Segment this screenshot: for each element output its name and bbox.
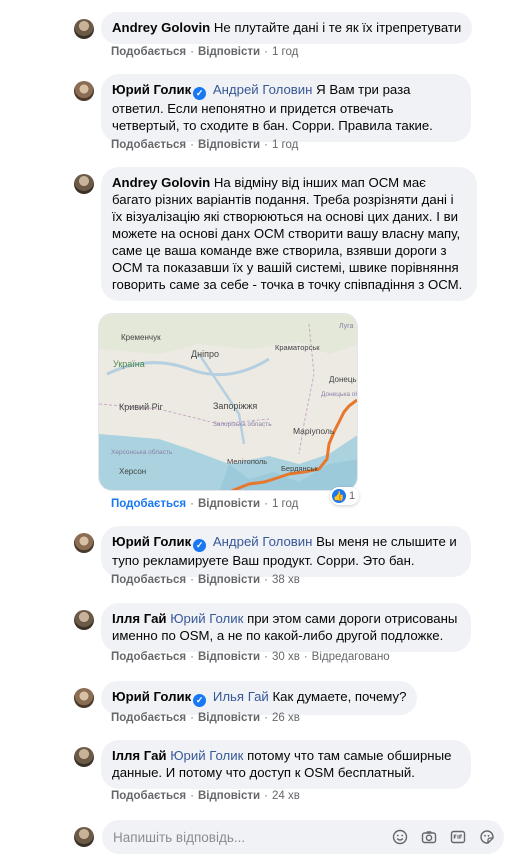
reply-button[interactable]: Відповісти bbox=[198, 790, 260, 802]
comment-text: Не плутайте дані і те як їх ітрепретуват… bbox=[213, 20, 462, 35]
map-label: Кременчук bbox=[121, 333, 161, 342]
map-label: Донецька область bbox=[321, 390, 358, 398]
map-label: Краматорськ bbox=[275, 343, 320, 352]
comment-text: Как думаете, почему? bbox=[272, 689, 407, 704]
like-button[interactable]: Подобається bbox=[111, 712, 186, 724]
like-button[interactable]: Подобається bbox=[111, 651, 186, 663]
comment-bubble: Юрий Голик ✓ Андрей Головин Вы меня не сл… bbox=[101, 526, 471, 577]
comment-actions: Подобається · Відповісти · 1 год bbox=[111, 139, 299, 151]
comment-bubble: Юрий Голик ✓ Илья Гай Как думаете, почему… bbox=[101, 681, 418, 715]
mention-link[interactable]: Андрей Головин bbox=[213, 534, 313, 549]
avatar[interactable] bbox=[74, 747, 94, 767]
verified-badge-icon: ✓ bbox=[193, 87, 207, 100]
comment-actions: Подобається · Відповісти · 30 хв · Відредагова… bbox=[111, 651, 390, 663]
reaction-count: 1 bbox=[349, 490, 356, 502]
comment-time[interactable]: 1 год bbox=[272, 46, 298, 58]
avatar[interactable] bbox=[74, 81, 94, 101]
verified-badge-icon: ✓ bbox=[193, 539, 207, 552]
comment-author[interactable]: Юрий Голик bbox=[112, 689, 191, 704]
reply-button[interactable]: Відповісти bbox=[198, 139, 260, 151]
comment-bubble: Andrey Golovin Не плутайте дані і те як … bbox=[101, 12, 473, 44]
map-label: Україна bbox=[113, 359, 145, 369]
map-label: Кривий Ріг bbox=[119, 402, 164, 412]
comment-author[interactable]: Andrey Golovin bbox=[112, 175, 210, 190]
like-button[interactable]: Подобається bbox=[111, 139, 186, 151]
comment-author[interactable]: Andrey Golovin bbox=[112, 20, 210, 35]
map-label: Луга bbox=[339, 323, 354, 330]
comment-actions: Подобається · Відповісти · 24 хв bbox=[111, 790, 300, 802]
like-button[interactable]: Подобається bbox=[111, 498, 186, 510]
like-button[interactable]: Подобається bbox=[111, 574, 186, 586]
map-label: Запоріжжя bbox=[213, 401, 257, 411]
comment-actions: Подобається · Відповісти · 26 хв bbox=[111, 712, 300, 724]
comment-author[interactable]: Юрий Голик bbox=[112, 534, 191, 549]
comment-actions: Подобається · Відповісти · 38 хв bbox=[111, 574, 300, 586]
like-button[interactable]: Подобається bbox=[111, 790, 186, 802]
comment-time[interactable]: 1 год bbox=[272, 139, 298, 151]
comment-bubble: Ілля Гай Юрий Голик при этом сами дороги… bbox=[101, 603, 471, 652]
emoji-icon[interactable] bbox=[391, 828, 409, 846]
reply-button[interactable]: Відповісти bbox=[198, 46, 260, 58]
comment-bubble: Юрий Голик ✓ Андрей Головин Я Вам три раз… bbox=[101, 74, 471, 142]
map-svg: Кременчук Україна Дніпро Краматорськ Луг… bbox=[99, 314, 358, 490]
map-label: Бердянськ bbox=[281, 464, 318, 473]
comment-author[interactable]: Юрий Голик bbox=[112, 82, 191, 97]
mention-link[interactable]: Илья Гай bbox=[213, 689, 269, 704]
sticker-icon[interactable] bbox=[478, 828, 496, 846]
reply-composer bbox=[74, 820, 504, 854]
verified-badge-icon: ✓ bbox=[193, 694, 207, 707]
mention-link[interactable]: Юрий Голик bbox=[170, 748, 243, 763]
comment-time[interactable]: 1 год bbox=[272, 498, 298, 510]
map-label: Мелітополь bbox=[227, 457, 267, 466]
comment-author[interactable]: Ілля Гай bbox=[112, 748, 167, 763]
reply-button[interactable]: Відповісти bbox=[198, 574, 260, 586]
comment-actions: Подобається · Відповісти · 1 год bbox=[111, 46, 299, 58]
comment-author[interactable]: Ілля Гай bbox=[112, 611, 167, 626]
reply-button[interactable]: Відповісти bbox=[198, 498, 260, 510]
reaction-summary[interactable]: 👍 1 bbox=[330, 487, 360, 505]
avatar[interactable] bbox=[74, 174, 94, 194]
like-reaction-icon: 👍 bbox=[332, 489, 346, 503]
gif-icon[interactable] bbox=[449, 828, 467, 846]
mention-link[interactable]: Юрий Голик bbox=[170, 611, 243, 626]
reply-button[interactable]: Відповісти bbox=[198, 712, 260, 724]
mention-link[interactable]: Андрей Головин bbox=[213, 82, 313, 97]
avatar[interactable] bbox=[74, 610, 94, 630]
map-label: Донецьк bbox=[329, 375, 358, 384]
avatar[interactable] bbox=[74, 19, 94, 39]
map-label: Херсон bbox=[119, 467, 146, 476]
comment-text: На відміну від інших мап ОСМ має багато … bbox=[112, 175, 463, 292]
comment-bubble: Andrey Golovin На відміну від інших мап … bbox=[101, 167, 477, 301]
map-label: Запорізька область bbox=[213, 420, 272, 428]
camera-icon[interactable] bbox=[420, 828, 438, 846]
comment-time[interactable]: 24 хв bbox=[272, 790, 300, 802]
like-button[interactable]: Подобається bbox=[111, 46, 186, 58]
current-user-avatar[interactable] bbox=[74, 827, 94, 847]
map-label: Херсонська область bbox=[111, 448, 173, 456]
map-label: Маріуполь bbox=[293, 426, 335, 436]
avatar[interactable] bbox=[74, 688, 94, 708]
avatar[interactable] bbox=[74, 533, 94, 553]
comment-bubble: Ілля Гай Юрий Голик потому что там самые… bbox=[101, 740, 471, 789]
comment-time[interactable]: 26 хв bbox=[272, 712, 300, 724]
comment-time[interactable]: 30 хв bbox=[272, 651, 300, 663]
reply-button[interactable]: Відповісти bbox=[198, 651, 260, 663]
comment-time[interactable]: 38 хв bbox=[272, 574, 300, 586]
edited-label[interactable]: Відредаговано bbox=[312, 651, 390, 663]
map-label: Дніпро bbox=[191, 349, 219, 359]
map-image[interactable]: Кременчук Україна Дніпро Краматорськ Луг… bbox=[98, 313, 358, 491]
reply-tools bbox=[391, 828, 496, 846]
comment-actions: Подобається · Відповісти · 1 год bbox=[111, 498, 299, 510]
